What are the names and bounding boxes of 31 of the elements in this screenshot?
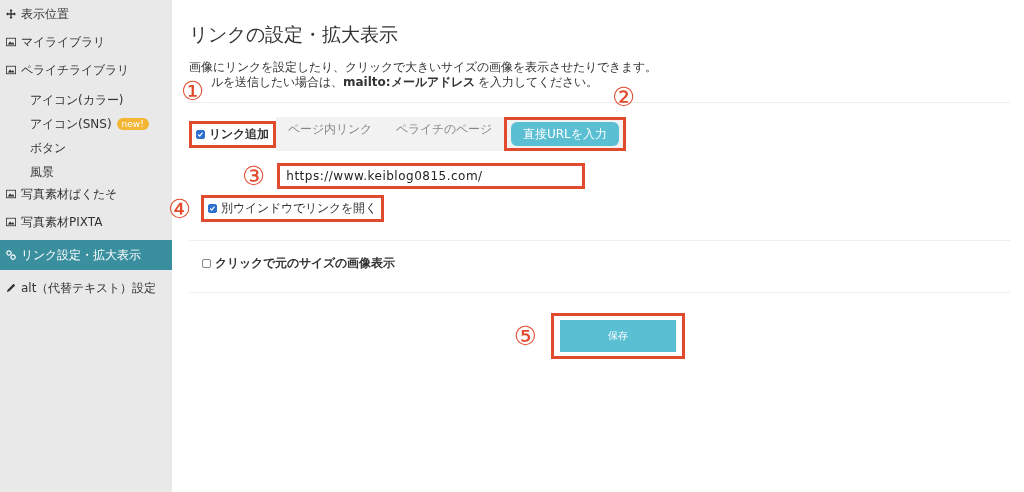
image-icon: [6, 217, 16, 227]
image-icon: [6, 65, 16, 75]
annotation-number: ⑤: [513, 323, 538, 349]
image-icon: [6, 189, 16, 199]
new-badge: new!: [116, 118, 149, 130]
sidebar-item[interactable]: alt（代替テキスト）設定: [0, 278, 172, 298]
sidebar-subitem[interactable]: 風景: [30, 163, 54, 181]
checkbox[interactable]: [202, 259, 211, 268]
description-text: 画像にリンクを設定したり、クリックで大きいサイズの画像を表示させたりできます。: [189, 60, 658, 75]
link-icon: [6, 250, 16, 260]
description-text: ルを送信したい場合は、mailto:メールアドレス を入力してください。: [210, 75, 600, 90]
checkbox-label[interactable]: リンク追加: [196, 125, 269, 143]
sidebar-subitem[interactable]: ボタン: [30, 139, 66, 157]
annotation-number: ①: [181, 78, 205, 104]
url-field[interactable]: https://www.keiblog0815.com/: [277, 163, 586, 189]
checkbox[interactable]: [208, 204, 218, 213]
checkbox-label[interactable]: クリックで元のサイズの画像表示: [202, 255, 1010, 272]
pen-icon: [6, 283, 16, 293]
sidebar-item[interactable]: リンク設定・拡大表示: [0, 240, 172, 270]
checkbox-label[interactable]: 別ウインドウでリンクを開く: [208, 200, 378, 217]
checkbox[interactable]: [196, 129, 205, 139]
annotation-number: ②: [612, 84, 636, 110]
sidebar-subitem[interactable]: アイコン(SNS): [30, 115, 112, 133]
sidebar-item[interactable]: ペライチライブラリ: [0, 60, 172, 80]
move-icon: [6, 9, 16, 19]
sidebar-subitem[interactable]: アイコン(カラー): [30, 91, 124, 109]
annotation-number: ③: [242, 163, 266, 189]
sidebar-item[interactable]: 表示位置: [0, 4, 172, 24]
sidebar-item[interactable]: マイライブラリ: [0, 32, 172, 52]
image-icon: [6, 37, 16, 47]
page-title: リンクの設定・拡大表示: [189, 22, 399, 47]
